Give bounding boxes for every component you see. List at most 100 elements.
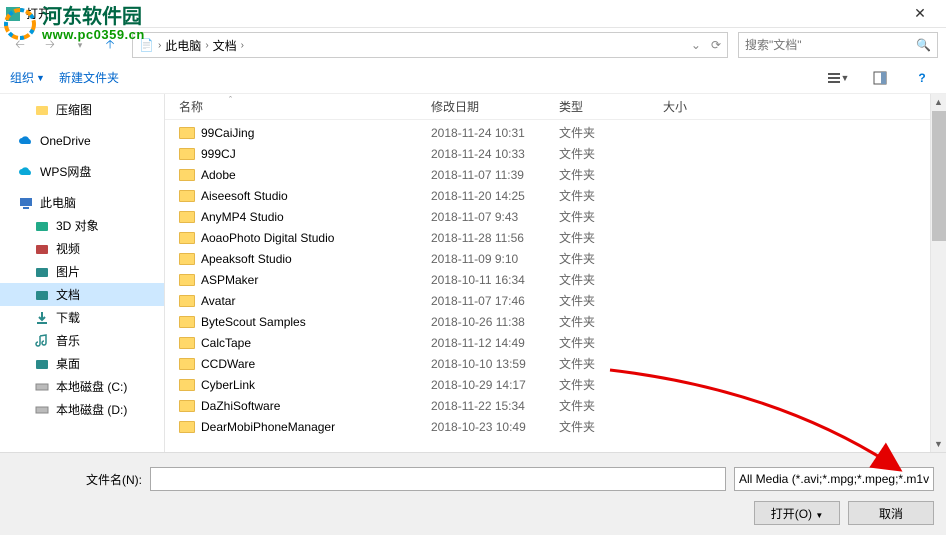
file-type: 文件夹 xyxy=(559,376,663,393)
cancel-button[interactable]: 取消 xyxy=(848,501,934,525)
open-button[interactable]: 打开(O) ▼ xyxy=(754,501,840,525)
preview-pane-button[interactable] xyxy=(866,67,894,89)
table-row[interactable]: 999CJ2018-11-24 10:33文件夹 xyxy=(179,143,946,164)
file-name: DaZhiSoftware xyxy=(201,399,280,413)
breadcrumb-item[interactable]: 此电脑 xyxy=(165,37,201,54)
sidebar-item-downloads[interactable]: 下载 xyxy=(0,306,164,329)
file-name: AoaoPhoto Digital Studio xyxy=(201,231,334,245)
table-row[interactable]: CalcTape2018-11-12 14:49文件夹 xyxy=(179,332,946,353)
sidebar-item-label: 本地磁盘 (D:) xyxy=(56,401,127,418)
search-box[interactable]: 🔍 xyxy=(738,32,938,58)
new-folder-button[interactable]: 新建文件夹 xyxy=(59,69,119,86)
sidebar-item-label: 本地磁盘 (C:) xyxy=(56,378,127,395)
window-title: 打开 xyxy=(26,5,900,22)
scrollbar-thumb[interactable] xyxy=(932,111,946,241)
file-name: Adobe xyxy=(201,168,236,182)
file-name: Avatar xyxy=(201,294,235,308)
filename-label: 文件名(N): xyxy=(12,471,142,488)
table-row[interactable]: CCDWare2018-10-10 13:59文件夹 xyxy=(179,353,946,374)
file-type: 文件夹 xyxy=(559,292,663,309)
column-type[interactable]: 类型 xyxy=(559,98,663,115)
folder-icon xyxy=(179,421,195,433)
table-row[interactable]: DaZhiSoftware2018-11-22 15:34文件夹 xyxy=(179,395,946,416)
up-button[interactable]: 🡡 xyxy=(98,33,122,57)
nav-row: 🡠 🡢 ▾ 🡡 📄 › 此电脑 › 文档 › ⌄⟳ 🔍 xyxy=(0,28,946,62)
table-row[interactable]: ASPMaker2018-10-11 16:34文件夹 xyxy=(179,269,946,290)
folder-icon xyxy=(179,379,195,391)
search-input[interactable] xyxy=(745,38,916,52)
sidebar-item-drive[interactable]: 本地磁盘 (D:) xyxy=(0,398,164,421)
sidebar-item-documents[interactable]: 文档 xyxy=(0,283,164,306)
folder-icon xyxy=(179,295,195,307)
table-row[interactable]: AnyMP4 Studio2018-11-07 9:43文件夹 xyxy=(179,206,946,227)
table-row[interactable]: AoaoPhoto Digital Studio2018-11-28 11:56… xyxy=(179,227,946,248)
table-row[interactable]: Aiseesoft Studio2018-11-20 14:25文件夹 xyxy=(179,185,946,206)
file-type: 文件夹 xyxy=(559,208,663,225)
table-row[interactable]: CyberLink2018-10-29 14:17文件夹 xyxy=(179,374,946,395)
organize-button[interactable]: 组织 ▼ xyxy=(10,69,45,86)
3d-icon xyxy=(34,218,50,234)
sidebar-item-pictures[interactable]: 图片 xyxy=(0,260,164,283)
sidebar-item-folder[interactable]: 压缩图 xyxy=(0,98,164,121)
file-date: 2018-11-20 14:25 xyxy=(431,189,559,203)
folder-icon xyxy=(179,337,195,349)
refresh-icon[interactable]: ⟳ xyxy=(711,38,721,52)
help-button[interactable]: ? xyxy=(908,67,936,89)
filename-input[interactable] xyxy=(150,467,726,491)
column-date[interactable]: 修改日期 xyxy=(431,98,559,115)
close-icon[interactable]: ✕ xyxy=(900,5,940,22)
scroll-down-icon[interactable]: ▼ xyxy=(931,436,946,452)
sidebar-item-drive[interactable]: 本地磁盘 (C:) xyxy=(0,375,164,398)
folder-icon xyxy=(179,127,195,139)
recent-dropdown[interactable]: ▾ xyxy=(68,33,92,57)
breadcrumb-item[interactable]: 文档 xyxy=(213,37,237,54)
breadcrumb-dropdown-icon[interactable]: ⌄ xyxy=(691,38,701,52)
table-row[interactable]: ByteScout Samples 2018-10-26 11:38文件夹 xyxy=(179,311,946,332)
file-date: 2018-11-24 10:31 xyxy=(431,126,559,140)
sidebar-item-pc[interactable]: 此电脑 xyxy=(0,191,164,214)
folder-icon xyxy=(179,211,195,223)
table-row[interactable]: Apeaksoft Studio2018-11-09 9:10文件夹 xyxy=(179,248,946,269)
folder-icon xyxy=(179,148,195,160)
view-mode-button[interactable]: ▼ xyxy=(824,67,852,89)
sidebar-item-label: 3D 对象 xyxy=(56,217,99,234)
back-button[interactable]: 🡠 xyxy=(8,33,32,57)
filetype-filter[interactable]: All Media (*.avi;*.mpg;*.mpeg;*.m1v xyxy=(734,467,934,491)
search-icon[interactable]: 🔍 xyxy=(916,38,931,52)
file-name: ByteScout Samples xyxy=(201,315,306,329)
file-type: 文件夹 xyxy=(559,145,663,162)
vertical-scrollbar[interactable]: ▲ ▼ xyxy=(930,94,946,452)
sidebar-item-desktop[interactable]: 桌面 xyxy=(0,352,164,375)
sort-ascending-icon: ˆ xyxy=(229,95,232,105)
documents-icon xyxy=(34,287,50,303)
desktop-icon xyxy=(34,356,50,372)
file-type: 文件夹 xyxy=(559,187,663,204)
file-type: 文件夹 xyxy=(559,418,663,435)
scroll-up-icon[interactable]: ▲ xyxy=(931,94,946,110)
file-date: 2018-11-12 14:49 xyxy=(431,336,559,350)
folder-icon xyxy=(179,400,195,412)
sidebar-item-3d[interactable]: 3D 对象 xyxy=(0,214,164,237)
drive-icon xyxy=(34,402,50,418)
column-size[interactable]: 大小 xyxy=(663,98,743,115)
file-date: 2018-11-09 9:10 xyxy=(431,252,559,266)
folder-icon xyxy=(179,316,195,328)
sidebar-item-label: 视频 xyxy=(56,240,80,257)
chevron-right-icon: › xyxy=(158,40,161,51)
sidebar-item-label: 音乐 xyxy=(56,332,80,349)
file-date: 2018-10-26 11:38 xyxy=(431,315,559,329)
titlebar: 打开 ✕ xyxy=(0,0,946,28)
sidebar-item-onedrive[interactable]: OneDrive xyxy=(0,129,164,152)
breadcrumb[interactable]: 📄 › 此电脑 › 文档 › ⌄⟳ xyxy=(132,32,728,58)
sidebar-item-music[interactable]: 音乐 xyxy=(0,329,164,352)
column-name[interactable]: 名称ˆ xyxy=(179,98,431,115)
table-row[interactable]: Avatar2018-11-07 17:46文件夹 xyxy=(179,290,946,311)
table-row[interactable]: 99CaiJing2018-11-24 10:31文件夹 xyxy=(179,122,946,143)
chevron-right-icon: › xyxy=(205,40,208,51)
sidebar-item-label: WPS网盘 xyxy=(40,163,91,180)
sidebar-item-wps[interactable]: WPS网盘 xyxy=(0,160,164,183)
table-row[interactable]: Adobe2018-11-07 11:39文件夹 xyxy=(179,164,946,185)
sidebar-item-video[interactable]: 视频 xyxy=(0,237,164,260)
file-type: 文件夹 xyxy=(559,313,663,330)
table-row[interactable]: DearMobiPhoneManager2018-10-23 10:49文件夹 xyxy=(179,416,946,437)
